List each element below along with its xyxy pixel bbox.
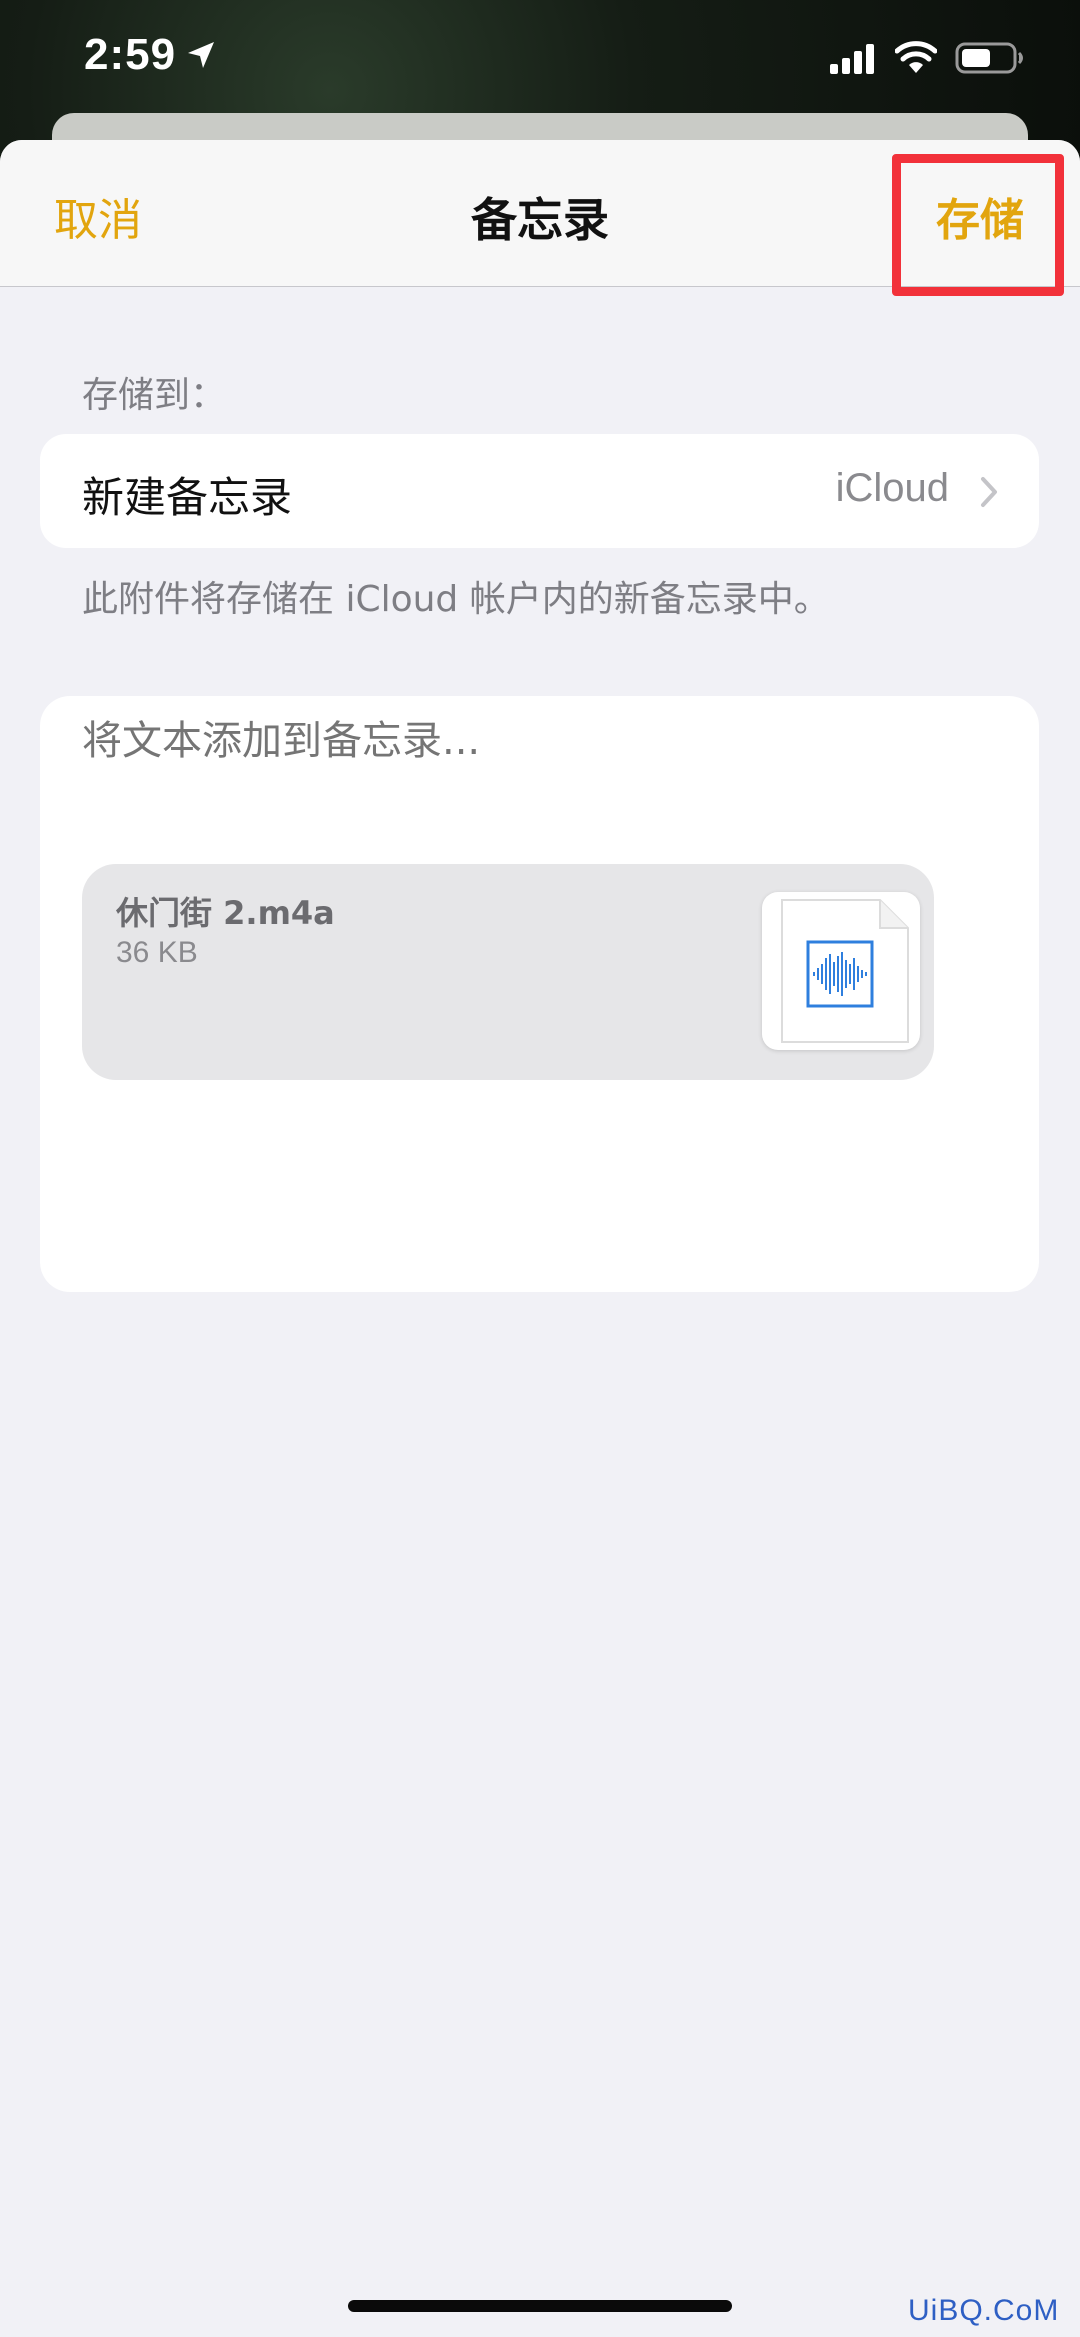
status-bar: 2:59 xyxy=(0,0,1080,112)
attachment-size: 36 KB xyxy=(116,936,198,969)
battery-icon xyxy=(955,42,1023,74)
audio-file-icon xyxy=(762,892,920,1050)
cellular-signal-icon xyxy=(830,44,874,74)
note-text-input[interactable] xyxy=(82,718,982,764)
home-indicator[interactable] xyxy=(348,2300,732,2312)
account-value: iCloud xyxy=(835,466,949,510)
destination-row[interactable]: 新建备忘录 iCloud xyxy=(40,434,1039,548)
note-card: 休门街 2.m4a 36 KB xyxy=(40,696,1039,1292)
attachment-card[interactable]: 休门街 2.m4a 36 KB xyxy=(82,864,934,1080)
attachment-name: 休门街 2.m4a xyxy=(116,894,335,932)
save-to-label: 存储到： xyxy=(82,375,227,416)
audio-waveform-icon xyxy=(781,899,909,1043)
destination-footnote: 此附件将存储在 iCloud 帐户内的新备忘录中。 xyxy=(82,579,830,620)
save-to-notes-sheet: 取消 备忘录 存储 存储到： 新建备忘录 iCloud 此附件将存储在 iClo… xyxy=(0,140,1080,2337)
status-time: 2:59 xyxy=(84,30,177,79)
save-highlight-box xyxy=(892,154,1064,296)
chevron-right-icon xyxy=(981,477,997,507)
new-note-label: 新建备忘录 xyxy=(82,473,293,522)
wifi-icon xyxy=(895,41,937,73)
location-arrow-icon xyxy=(188,42,214,68)
watermark: UiBQ.CoM xyxy=(908,2294,1060,2327)
